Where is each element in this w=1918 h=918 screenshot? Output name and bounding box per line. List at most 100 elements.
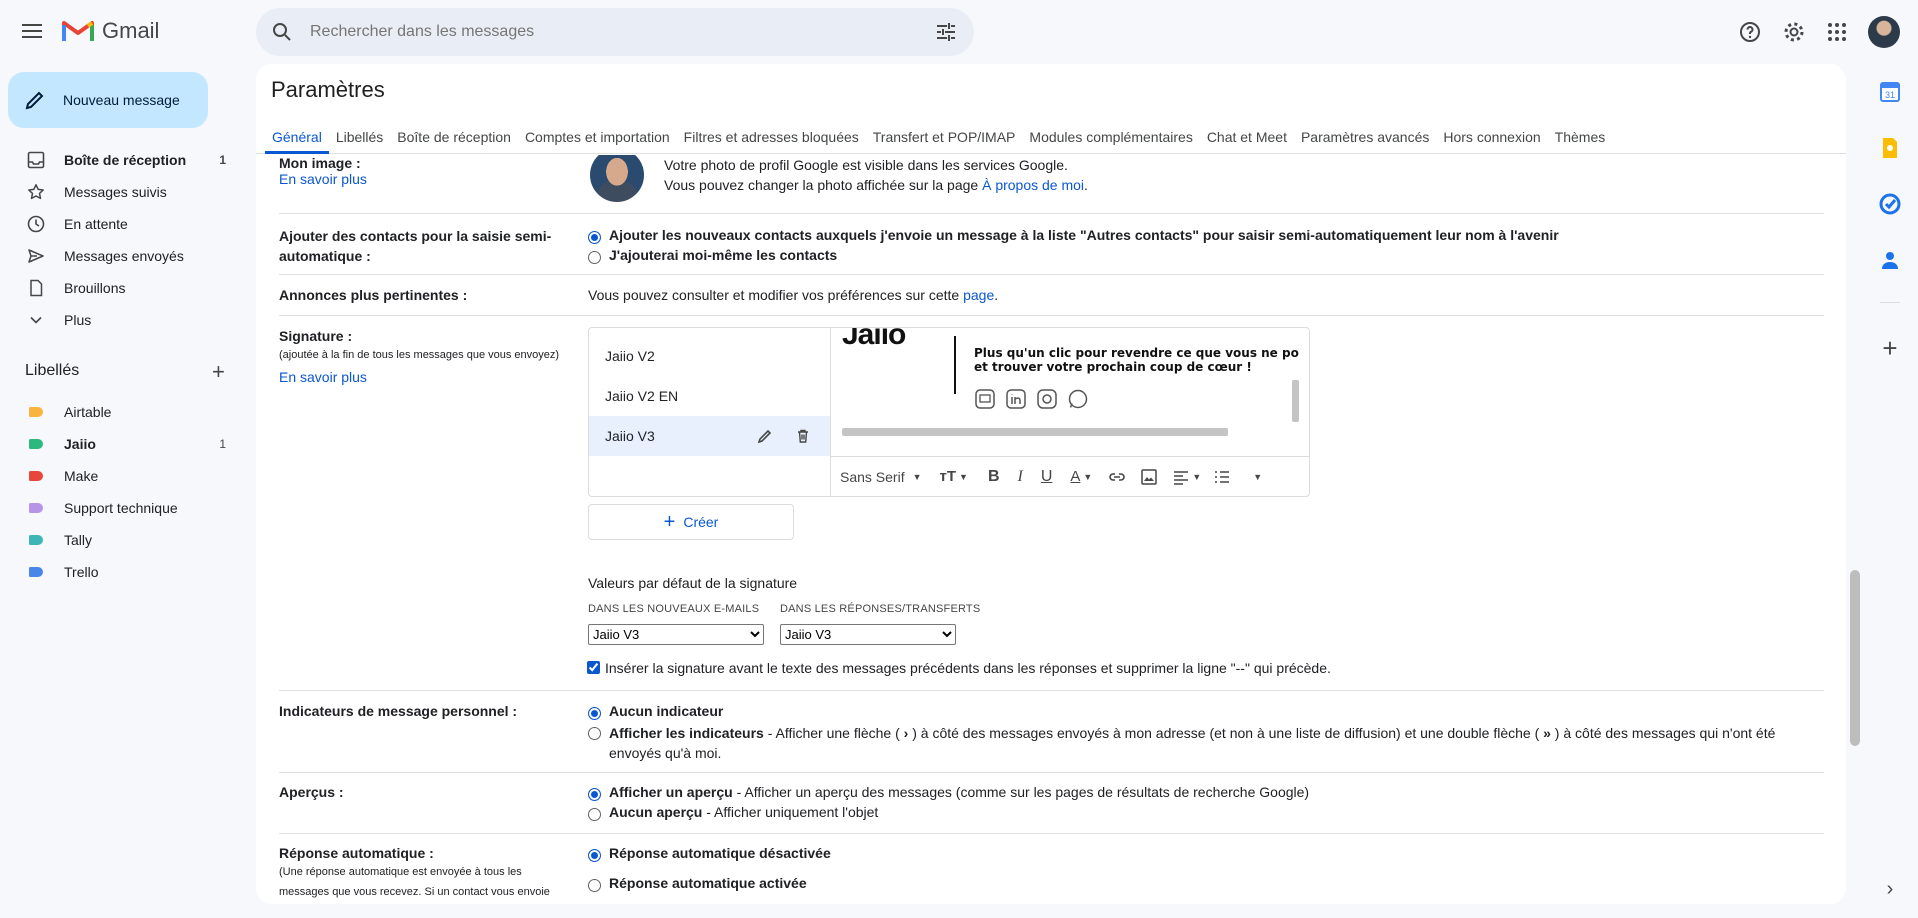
font-family-select[interactable]: Sans Serif (840, 469, 905, 485)
no-indicator-radio[interactable] (588, 707, 601, 720)
about-me-link[interactable]: À propos de moi (982, 177, 1084, 193)
page-scrollbar[interactable] (1850, 570, 1860, 746)
account-avatar[interactable] (1868, 16, 1900, 48)
calendar-icon[interactable]: 31 (1878, 80, 1902, 104)
autoreply-off-radio[interactable] (588, 849, 601, 862)
sidebar-item-sent[interactable]: Messages envoyés (0, 240, 240, 272)
tab-inbox[interactable]: Boîte de réception (390, 122, 518, 154)
jaiio-logo: Jaiio (842, 328, 906, 351)
main-menu-icon[interactable] (20, 20, 44, 44)
gmail-logo[interactable]: Gmail (62, 18, 159, 44)
chevron-right-icon[interactable]: › (1878, 878, 1902, 902)
signature-preview-line2: et trouver votre prochain coup de cœur ! (974, 360, 1252, 374)
italic-icon[interactable]: I (1018, 468, 1023, 486)
sidebar-item-starred[interactable]: Messages suivis (0, 176, 240, 208)
signature-learn-more-link[interactable]: En savoir plus (279, 369, 367, 385)
color-dropdown-arrow-icon[interactable]: ▼ (1083, 472, 1092, 482)
underline-icon[interactable]: U (1041, 468, 1053, 486)
autoreply-on-radio[interactable] (588, 879, 601, 892)
settings-gear-icon[interactable] (1782, 20, 1806, 44)
plus-icon: + (663, 511, 676, 533)
search-input[interactable] (310, 23, 910, 41)
signature-item-selected[interactable]: Jaiio V3 (589, 416, 830, 456)
more-formatting-arrow-icon[interactable]: ▼ (1253, 472, 1262, 482)
signature-label: Signature : (279, 328, 353, 344)
tab-advanced[interactable]: Paramètres avancés (1294, 122, 1436, 154)
label-item-make[interactable]: Make (0, 460, 240, 492)
search-icon[interactable] (270, 20, 294, 44)
rail-divider (1880, 302, 1900, 303)
label-item-airtable[interactable]: Airtable (0, 396, 240, 428)
star-icon (26, 182, 46, 202)
contacts-manual-radio[interactable] (588, 251, 601, 264)
add-label-icon[interactable]: + (212, 361, 225, 383)
tab-filters[interactable]: Filtres et adresses bloquées (677, 122, 866, 154)
tab-labels[interactable]: Libellés (329, 122, 390, 154)
font-size-icon[interactable]: тT (940, 468, 957, 485)
sidebar-item-snoozed[interactable]: En attente (0, 208, 240, 240)
tab-offline[interactable]: Hors connexion (1436, 122, 1547, 154)
signature-item[interactable]: Jaiio V2 EN (589, 376, 830, 416)
label-item-support[interactable]: Support technique (0, 492, 240, 524)
show-preview-radio[interactable] (588, 788, 601, 801)
align-icon[interactable] (1172, 468, 1190, 486)
tab-chat-meet[interactable]: Chat et Meet (1200, 122, 1294, 154)
signature-item-label: Jaiio V3 (605, 428, 655, 444)
horizontal-scrollbar[interactable] (842, 428, 1228, 436)
tab-general[interactable]: Général (265, 122, 329, 154)
my-image-learn-more-link[interactable]: En savoir plus (279, 171, 367, 187)
label-item-trello[interactable]: Trello (0, 556, 240, 588)
signature-item[interactable]: Jaiio V2 (589, 336, 830, 376)
new-emails-caption: DANS LES NOUVEAUX E-MAILS (588, 603, 760, 615)
replies-signature-select[interactable]: Jaiio V3 (780, 624, 956, 645)
delete-trash-icon[interactable] (795, 428, 811, 444)
tasks-icon[interactable] (1878, 192, 1902, 216)
edit-pencil-icon[interactable] (757, 428, 773, 444)
text-color-icon[interactable]: A (1070, 468, 1080, 485)
new-emails-signature-select[interactable]: Jaiio V3 (588, 624, 764, 645)
divider (279, 772, 1824, 773)
label-item-tally[interactable]: Tally (0, 524, 240, 556)
link-icon[interactable] (1108, 468, 1126, 486)
sidebar-item-inbox[interactable]: Boîte de réception 1 (0, 144, 240, 176)
add-addon-icon[interactable]: + (1878, 335, 1902, 361)
apps-grid-icon[interactable] (1825, 20, 1849, 44)
font-dropdown-arrow-icon[interactable]: ▼ (913, 472, 922, 482)
search-bar[interactable] (256, 8, 974, 56)
show-indicators-option: Afficher les indicateurs - Afficher une … (609, 723, 1809, 763)
search-options-icon[interactable] (934, 20, 958, 44)
no-preview-radio[interactable] (588, 808, 601, 821)
sidebar-item-drafts[interactable]: Brouillons (0, 272, 240, 304)
show-preview-option: Afficher un aperçu - Afficher un aperçu … (609, 784, 1309, 800)
signature-sublabel: (ajoutée à la fin de tous les messages q… (279, 349, 560, 361)
autoreply-label: Réponse automatique : (279, 845, 434, 861)
insert-before-checkbox[interactable] (587, 661, 600, 674)
create-signature-button[interactable]: + Créer (588, 504, 794, 540)
align-dropdown-arrow-icon[interactable]: ▼ (1192, 472, 1201, 482)
sidebar-item-label: Brouillons (64, 280, 126, 296)
no-preview-desc: - Afficher uniquement l'objet (702, 804, 879, 820)
tab-accounts[interactable]: Comptes et importation (518, 122, 677, 154)
bold-icon[interactable]: B (988, 468, 1000, 486)
profile-photo[interactable] (590, 155, 644, 202)
vertical-scrollbar[interactable] (1292, 380, 1299, 422)
size-dropdown-arrow-icon[interactable]: ▼ (959, 472, 968, 482)
insert-image-icon[interactable] (1140, 468, 1158, 486)
autoreply-sublabel-1: (Une réponse automatique est envoyée à t… (279, 866, 522, 878)
label-item-jaiio[interactable]: Jaiio 1 (0, 428, 240, 460)
sidebar-item-label: Plus (64, 312, 92, 328)
ads-page-link[interactable]: page (963, 287, 994, 303)
signature-preview[interactable]: Jaiio Plus qu'un clic pour revendre ce q… (832, 328, 1309, 454)
sidebar-item-more[interactable]: Plus (0, 304, 240, 336)
help-icon[interactable] (1738, 20, 1762, 44)
contacts-auto-radio[interactable] (588, 231, 601, 244)
contacts-icon[interactable] (1878, 248, 1902, 272)
keep-icon[interactable] (1878, 136, 1902, 160)
numbered-list-icon[interactable] (1213, 468, 1231, 486)
tab-addons[interactable]: Modules complémentaires (1022, 122, 1199, 154)
tab-forwarding[interactable]: Transfert et POP/IMAP (866, 122, 1023, 154)
sidebar-item-label: En attente (64, 216, 128, 232)
show-indicators-radio[interactable] (588, 727, 601, 740)
tab-themes[interactable]: Thèmes (1548, 122, 1613, 154)
compose-button[interactable]: Nouveau message (8, 72, 208, 128)
